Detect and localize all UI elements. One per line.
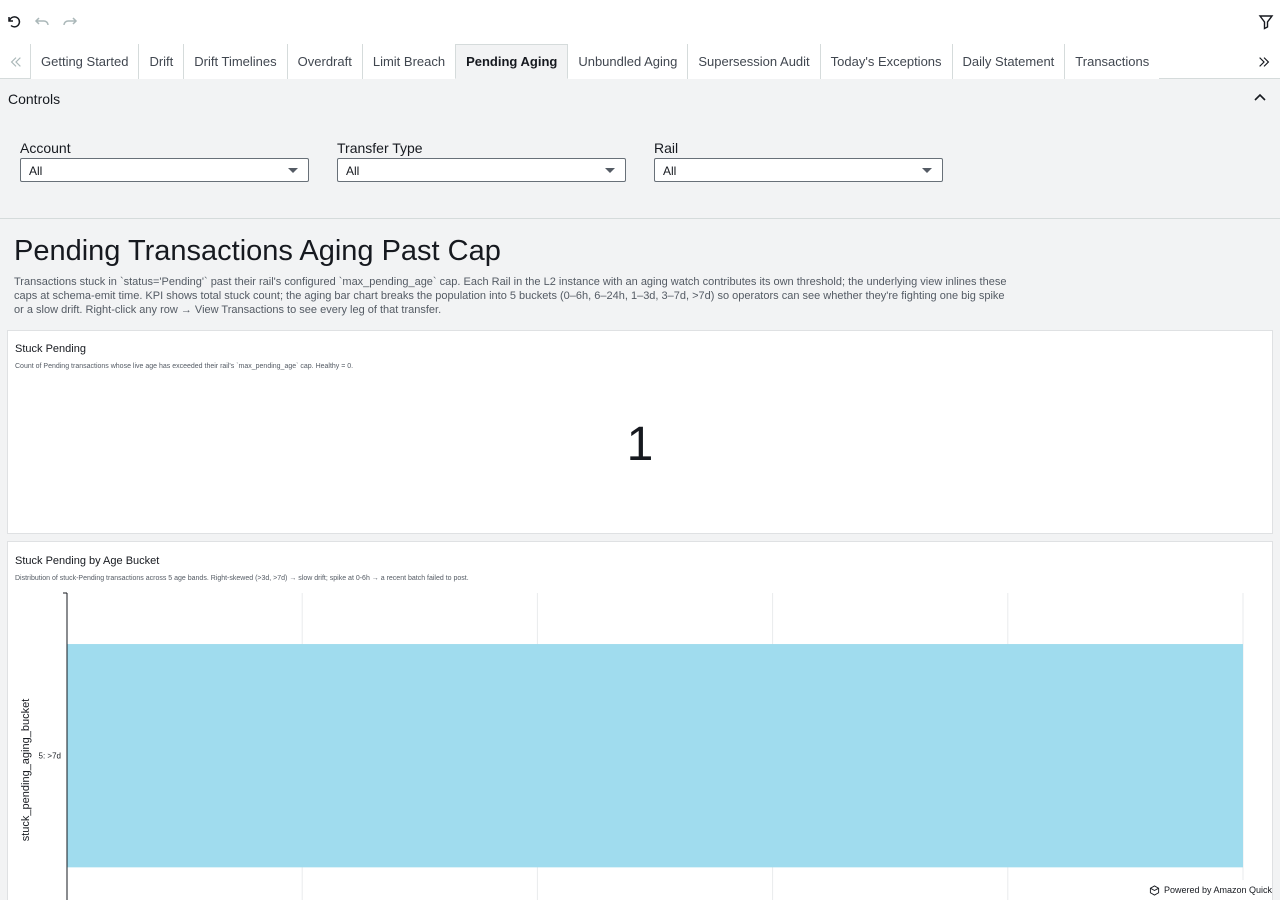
account-select[interactable]: All <box>20 158 309 182</box>
tab-drift-timelines[interactable]: Drift Timelines <box>183 44 287 79</box>
bar-chart: 5: >7d stuck_pending_aging_bucket <box>20 592 1244 900</box>
powered-by-badge: Powered by Amazon Quick <box>1138 880 1272 900</box>
rail-select[interactable]: All <box>654 158 943 182</box>
undo-icon[interactable] <box>32 12 52 32</box>
account-select-value: All <box>29 164 43 178</box>
chevron-up-icon[interactable] <box>1252 89 1270 107</box>
chevron-down-icon <box>922 168 932 173</box>
sheet-tab-bar: Getting Started Drift Drift Timelines Overd… <box>0 44 1280 79</box>
tab-drift[interactable]: Drift <box>138 44 184 79</box>
transfer-type-filter: Transfer Type All <box>337 140 626 182</box>
account-filter: Account All <box>20 140 309 182</box>
y-axis-title: stuck_pending_aging_bucket <box>20 699 32 842</box>
transfer-type-filter-label: Transfer Type <box>337 140 423 156</box>
quick-logo-icon <box>1149 884 1160 896</box>
rail-filter-label: Rail <box>654 140 679 156</box>
transfer-type-select-value: All <box>346 164 360 178</box>
account-filter-label: Account <box>20 140 71 156</box>
scroll-right-icon[interactable] <box>1254 52 1274 72</box>
tab-transactions[interactable]: Transactions <box>1064 44 1160 79</box>
kpi-card-title: Stuck Pending <box>15 343 86 355</box>
tab-overdraft[interactable]: Overdraft <box>286 44 362 79</box>
transfer-type-select[interactable]: All <box>337 158 626 182</box>
redo-icon[interactable] <box>60 12 80 32</box>
chevron-down-icon <box>605 168 615 173</box>
tab-supersession-audit[interactable]: Supersession Audit <box>687 44 820 79</box>
stuck-pending-kpi-card[interactable]: Stuck Pending Count of Pending transacti… <box>7 330 1273 534</box>
category-tick-label: 5: >7d <box>39 752 61 761</box>
tab-getting-started[interactable]: Getting Started <box>30 44 139 79</box>
age-bucket-chart-card[interactable]: Stuck Pending by Age Bucket Distribution… <box>7 541 1273 900</box>
sheet-title: Pending Transactions Aging Past Cap <box>14 235 501 267</box>
reset-icon[interactable] <box>4 12 24 32</box>
tab-today-s-exceptions[interactable]: Today's Exceptions <box>819 44 952 79</box>
rail-filter: Rail All <box>654 140 943 182</box>
kpi-value: 1 <box>626 418 654 471</box>
tab-list: Getting Started Drift Drift Timelines Overd… <box>30 44 1248 79</box>
controls-title: Controls <box>8 91 61 107</box>
tab-daily-statement[interactable]: Daily Statement <box>951 44 1065 79</box>
bar[interactable] <box>67 644 1243 868</box>
controls-panel: Controls Account All Transfer Type All R… <box>0 79 1280 219</box>
kpi-card-subtitle: Count of Pending transactions whose live… <box>15 363 354 370</box>
tab-unbundled-aging[interactable]: Unbundled Aging <box>568 44 688 79</box>
tab-pending-aging[interactable]: Pending Aging <box>455 44 569 79</box>
toolbar <box>0 0 1280 44</box>
filter-icon[interactable] <box>1256 12 1276 32</box>
chevron-down-icon <box>288 168 298 173</box>
sheet-description: Transactions stuck in `status='Pending'`… <box>14 276 1007 316</box>
tab-limit-breach[interactable]: Limit Breach <box>361 44 456 79</box>
powered-by-text: Powered by Amazon Quick <box>1163 885 1272 895</box>
scroll-left-icon[interactable] <box>6 52 26 72</box>
rail-select-value: All <box>663 164 677 178</box>
